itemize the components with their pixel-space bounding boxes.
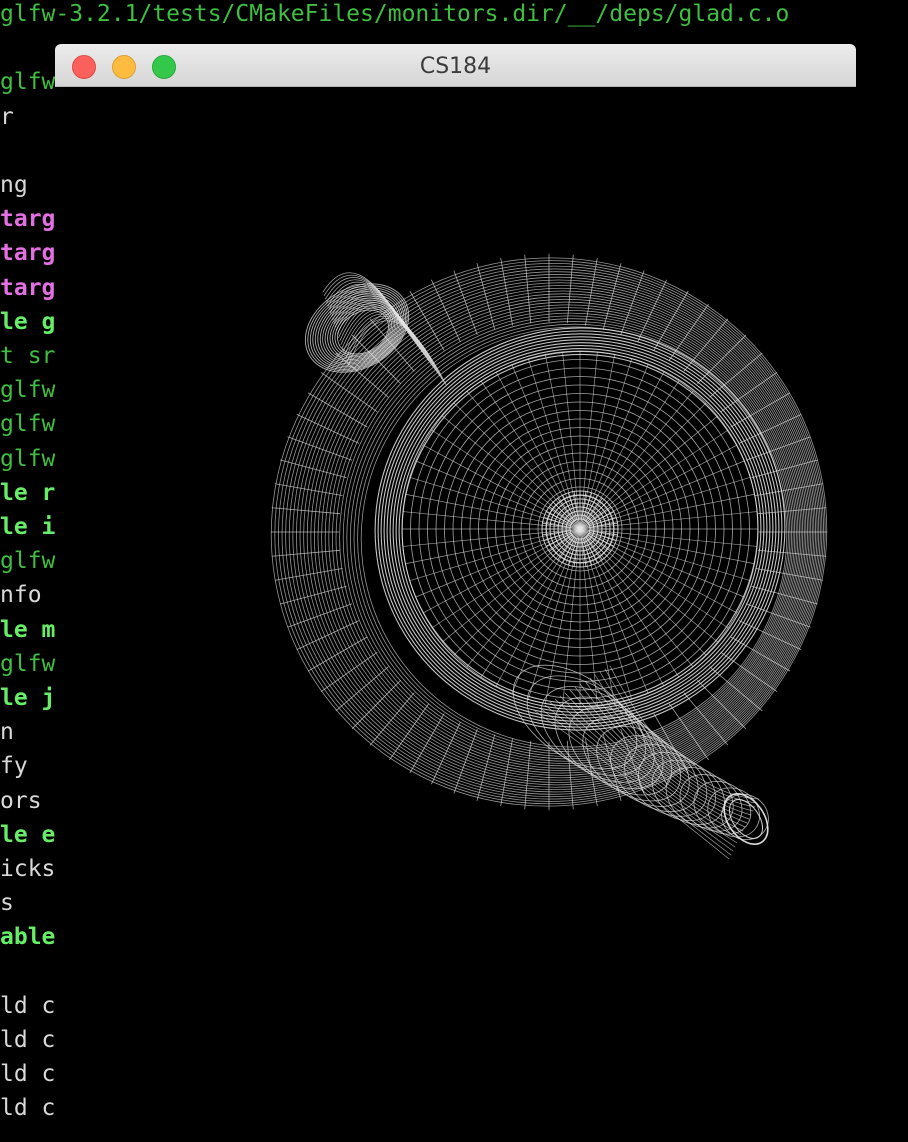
cs184-window[interactable]: CS184 [55, 44, 856, 1142]
terminal-line: glfw [0, 445, 56, 472]
terminal-line: le g [0, 308, 56, 335]
terminal-line: r [0, 103, 14, 130]
window-title: CS184 [419, 54, 492, 79]
terminal-line: le j [0, 685, 56, 711]
terminal-line: le m [0, 616, 56, 643]
terminal-line: t sr [0, 343, 56, 369]
terminal-line: icks [0, 856, 56, 882]
terminal-line: glfw [0, 650, 56, 677]
terminal-line: fy [0, 753, 28, 780]
terminal-line: targ [0, 274, 56, 301]
terminal-line: n [0, 719, 14, 746]
terminal-line: le r [0, 479, 56, 506]
terminal-line: targ [0, 206, 56, 233]
window-titlebar[interactable]: CS184 [55, 44, 856, 87]
terminal-line: ng [0, 172, 28, 198]
terminal-line: targ [0, 240, 56, 267]
terminal-line: ors [0, 787, 42, 814]
terminal-line: glfw [0, 411, 56, 438]
terminal-line: glfw [0, 377, 56, 404]
terminal-line: s [0, 890, 14, 917]
terminal-line: glfw-3.2.1/tests/CMakeFiles/monitors.dir… [0, 1, 790, 27]
terminal-line: le i [0, 514, 56, 540]
terminal-line: glfw [0, 548, 56, 575]
opengl-viewport[interactable] [55, 87, 856, 1142]
desktop-screen: glfw-3.2.1/tests/CMakeFiles/monitors.dir… [0, 0, 908, 1142]
terminal-line: glfw [0, 69, 56, 96]
terminal-line: le e [0, 821, 56, 848]
terminal-line: nfo [0, 582, 42, 609]
teapot-wireframe [270, 253, 828, 860]
